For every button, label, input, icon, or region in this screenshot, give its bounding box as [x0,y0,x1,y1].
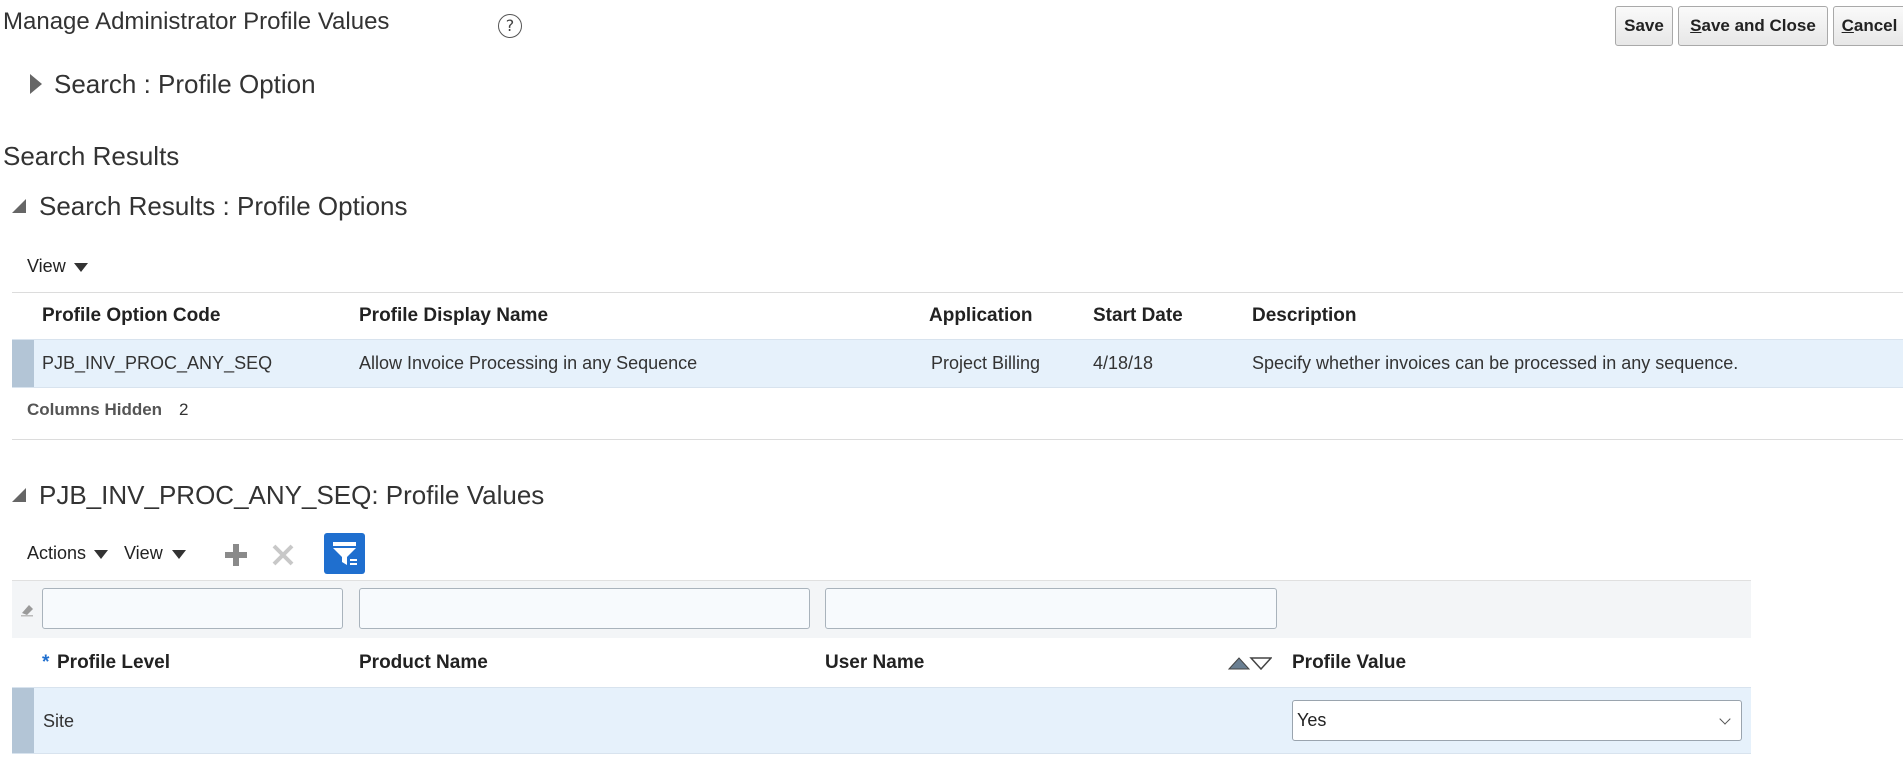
start-date-cell: 4/18/18 [1093,353,1154,373]
chevron-down-icon[interactable] [74,263,88,272]
cancel-button[interactable]: Cancel [1833,6,1903,46]
column-header-start-date[interactable]: Start Date [1093,305,1183,327]
column-header-user-name[interactable]: User Name [825,652,924,674]
required-indicator: * [42,652,50,673]
description-cell: Specify whether invoices can be processe… [1252,353,1739,373]
collapse-triangle-icon[interactable] [12,488,26,502]
help-icon[interactable]: ? [498,14,522,38]
section-divider [12,439,1903,440]
column-header-profile-option-code[interactable]: Profile Option Code [42,305,220,327]
profile-level-cell: Site [43,711,75,731]
save-button[interactable]: Save [1615,6,1673,46]
add-icon[interactable] [224,543,248,567]
column-header-profile-value[interactable]: Profile Value [1292,652,1406,674]
column-header-application[interactable]: Application [929,305,1032,327]
filter-icon[interactable] [324,533,365,574]
row-selection-marker[interactable] [12,688,34,753]
profile-display-name-cell: Allow Invoice Processing in any Sequence [359,353,698,373]
save-and-close-button[interactable]: Save and Close [1678,6,1828,46]
product-name-filter-input[interactable] [359,588,810,629]
collapse-triangle-icon[interactable] [12,199,26,213]
profile-value-selected: Yes [1297,710,1327,730]
search-results-heading: Search Results [3,141,180,171]
save-and-close-access-key: S [1690,16,1702,35]
profile-value-select[interactable]: Yes [1292,700,1742,741]
profile-options-section-title: Search Results : Profile Options [39,191,408,221]
columns-hidden-label: Columns Hidden [27,400,163,419]
expand-triangle-icon[interactable] [30,74,42,94]
chevron-down-icon[interactable] [172,550,186,559]
application-cell: Project Billing [931,353,1041,373]
view-menu[interactable]: View [124,543,163,564]
sort-icon[interactable] [1227,655,1273,671]
page-title: Manage Administrator Profile Values [3,8,390,35]
user-name-filter-input[interactable] [825,588,1277,629]
column-header-description[interactable]: Description [1252,305,1357,327]
chevron-down-icon[interactable] [94,550,108,559]
search-profile-option-header[interactable]: Search : Profile Option [54,69,316,100]
column-header-profile-level[interactable]: Profile Level [57,652,170,674]
cancel-label: ancel [1853,16,1898,35]
table-top-divider [12,292,1903,293]
save-and-close-label: ave and Close [1701,16,1816,35]
profile-values-section-title: PJB_INV_PROC_ANY_SEQ: Profile Values [39,480,545,510]
eraser-icon[interactable] [19,601,35,617]
profile-level-filter-input[interactable] [42,588,343,629]
actions-menu[interactable]: Actions [27,543,86,564]
delete-icon[interactable] [271,543,295,567]
view-menu[interactable]: View [27,256,66,277]
row-selection-marker[interactable] [12,340,34,387]
column-header-profile-display-name[interactable]: Profile Display Name [359,305,548,327]
column-header-product-name[interactable]: Product Name [359,652,488,674]
columns-hidden-count: 2 [179,400,189,419]
cancel-access-key: C [1841,16,1854,35]
chevron-down-icon[interactable] [1719,713,1731,725]
profile-option-code-cell: PJB_INV_PROC_ANY_SEQ [42,353,273,373]
